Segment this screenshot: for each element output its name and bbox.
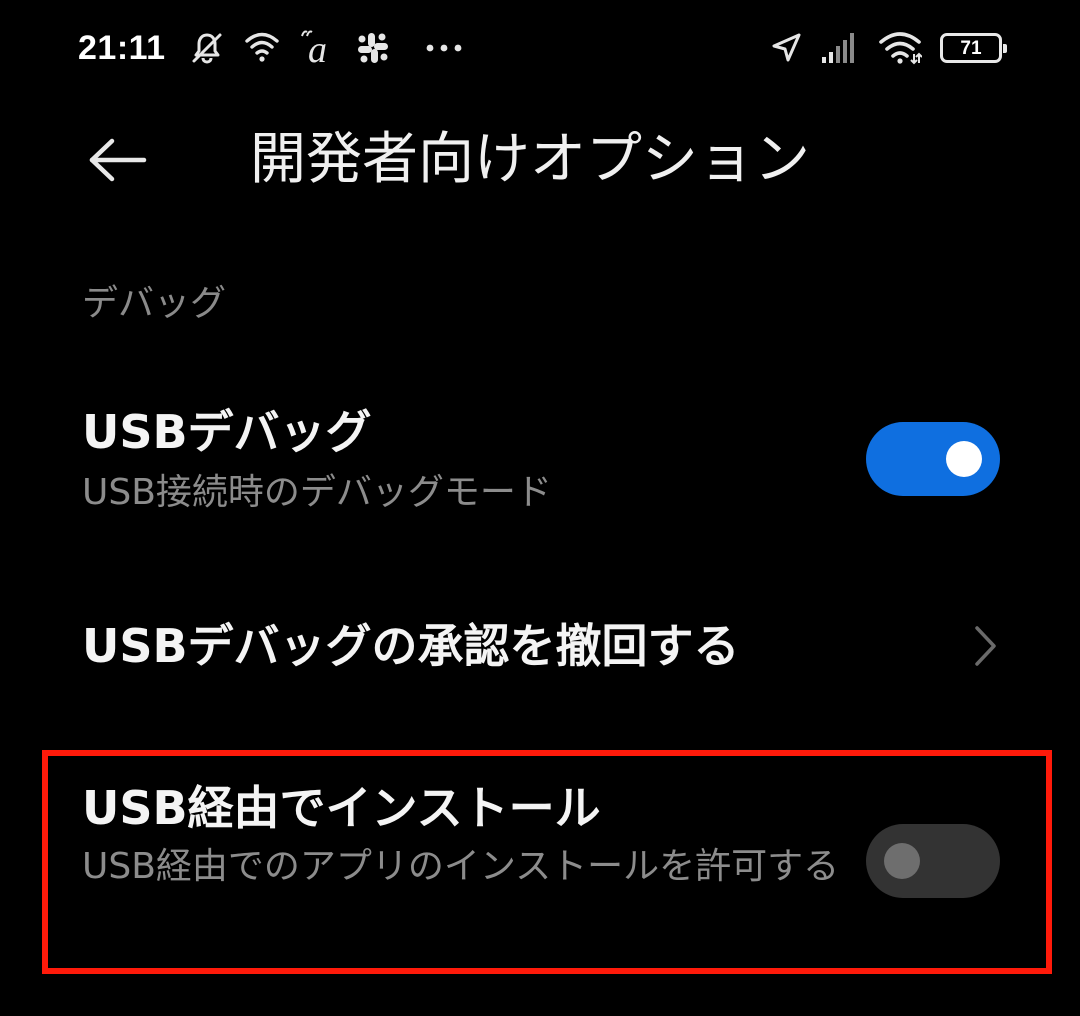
setting-revoke-usb-debugging-authorizations[interactable]: USBデバッグの承認を撤回する: [0, 600, 1080, 700]
back-button[interactable]: [84, 132, 150, 188]
toggle-knob: [884, 843, 920, 879]
status-bar-left: 21:11 a: [78, 22, 462, 74]
toggle-knob: [946, 441, 982, 477]
setting-title: USB経由でインストール: [82, 781, 601, 835]
wifi-calling-icon: [244, 28, 280, 68]
setting-title: USBデバッグの承認を撤回する: [82, 619, 740, 673]
bell-muted-icon: [188, 28, 226, 68]
signal-icon: [820, 28, 860, 68]
usb-debugging-toggle[interactable]: [866, 422, 1000, 496]
install-via-usb-toggle[interactable]: [866, 824, 1000, 898]
section-header-debug: デバッグ: [82, 283, 227, 324]
svg-text:a: a: [308, 29, 327, 70]
more-dots-icon: [426, 28, 462, 68]
location-arrow-icon: [770, 28, 802, 68]
slack-icon: [356, 28, 390, 68]
title-bar: 開発者向けオプション: [0, 110, 1080, 210]
battery-icon: 71: [940, 33, 1007, 63]
setting-usb-debugging[interactable]: USBデバッグ USB接続時のデバッグモード: [0, 390, 1080, 540]
setting-subtitle: USB接続時のデバッグモード: [82, 472, 552, 513]
wifi-icon: [878, 28, 922, 68]
setting-title: USBデバッグ: [82, 405, 372, 459]
status-time: 21:11: [78, 28, 166, 67]
arrow-left-icon: [89, 138, 147, 182]
chevron-right-icon: [970, 624, 1000, 668]
setting-install-via-usb[interactable]: USB経由でインストール USB経由でのアプリのインストールを許可する: [0, 770, 1080, 960]
status-bar-right: 71: [770, 22, 1007, 74]
setting-subtitle: USB経由でのアプリのインストールを許可する: [82, 846, 840, 887]
status-bar: 21:11 a 71: [0, 0, 1080, 96]
page-title: 開発者向けオプション: [250, 127, 810, 192]
battery-level: 71: [960, 37, 982, 59]
a-app-icon: a: [298, 28, 338, 70]
